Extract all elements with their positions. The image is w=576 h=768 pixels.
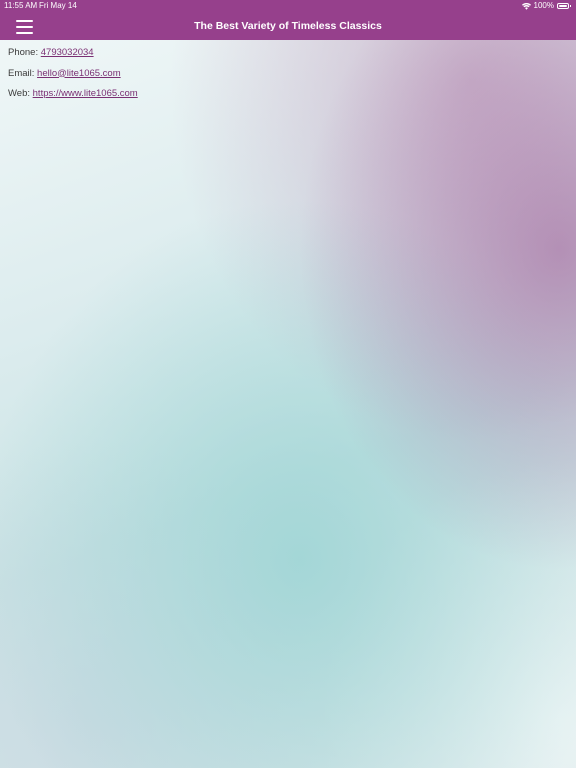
battery-icon: [557, 3, 571, 9]
web-row: Web: https://www.lite1065.com: [8, 87, 138, 101]
wifi-icon: [521, 2, 531, 10]
header-bar: 11:55 AM Fri May 14 100% The Best Variet…: [0, 0, 576, 40]
navigation-bar: The Best Variety of Timeless Classics: [0, 12, 576, 40]
contact-info: Phone: 4793032034 Email: hello@lite1065.…: [8, 46, 138, 108]
status-date: Fri May 14: [39, 1, 77, 10]
web-label: Web:: [8, 88, 33, 99]
status-indicators: 100%: [521, 0, 571, 12]
battery-percentage: 100%: [533, 1, 554, 10]
status-time: 11:55 AM: [4, 1, 38, 10]
phone-row: Phone: 4793032034: [8, 46, 138, 60]
phone-link[interactable]: 4793032034: [41, 47, 94, 58]
page-title: The Best Variety of Timeless Classics: [194, 20, 382, 32]
email-label: Email:: [8, 67, 38, 79]
hamburger-menu-icon[interactable]: [15, 16, 35, 36]
app-screen: 11:55 AM Fri May 14 100% The Best Variet…: [0, 0, 576, 768]
status-bar: 11:55 AM Fri May 14 100%: [0, 0, 576, 12]
web-link[interactable]: https://www.lite1065.com: [33, 88, 138, 99]
email-row: Email: hello@lite1065.com: [8, 67, 138, 81]
phone-label: Phone:: [8, 47, 41, 58]
email-link[interactable]: hello@lite1065.com: [37, 68, 121, 79]
